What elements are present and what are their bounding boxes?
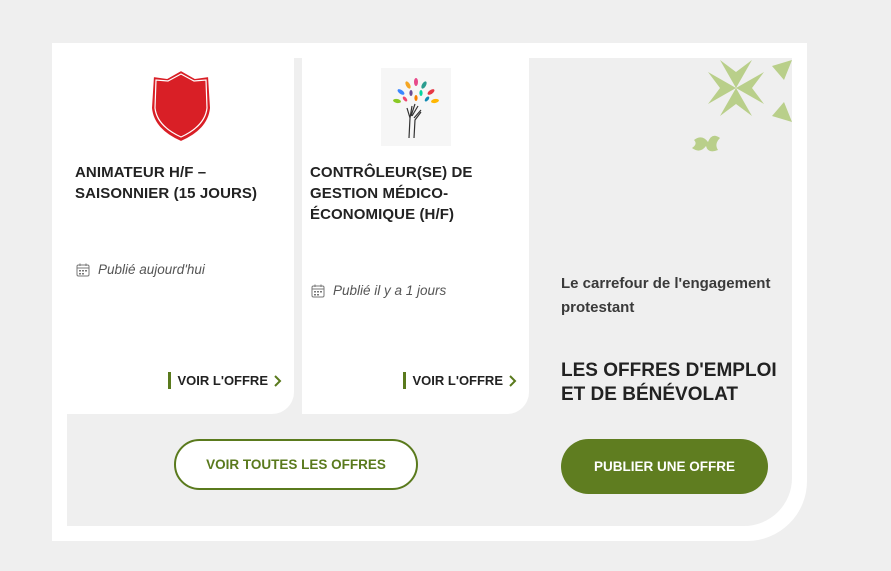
chevron-right-icon [274, 374, 282, 387]
publish-date-text: Publié aujourd'hui [98, 262, 205, 277]
publish-date: Publié aujourd'hui [76, 262, 205, 277]
job-title[interactable]: ANIMATEUR H/F – SAISONNIER (15 JOURS) [75, 162, 280, 204]
job-card[interactable]: ANIMATEUR H/F – SAISONNIER (15 JOURS) Pu… [67, 58, 294, 414]
colorful-tree-hand-logo [380, 68, 451, 146]
calendar-icon [311, 284, 325, 297]
section-headline: LES OFFRES D'EMPLOI ET DE BÉNÉVOLAT [561, 360, 777, 405]
publish-date-text: Publié il y a 1 jours [333, 283, 447, 298]
calendar-icon [76, 263, 90, 276]
view-offer-label: VOIR L'OFFRE [412, 373, 503, 388]
publish-date: Publié il y a 1 jours [311, 283, 446, 298]
view-offer-link[interactable]: VOIR L'OFFRE [402, 372, 517, 389]
view-offer-link[interactable]: VOIR L'OFFRE [167, 372, 282, 389]
armee-du-salut-logo [149, 68, 212, 144]
all-offers-button[interactable]: VOIR TOUTES LES OFFRES [174, 439, 418, 490]
view-offer-label: VOIR L'OFFRE [177, 373, 268, 388]
publish-offer-button[interactable]: PUBLIER UNE OFFRE [561, 439, 768, 494]
huguenot-cross-decoration [692, 60, 792, 152]
job-card[interactable]: CONTRÔLEUR(SE) DE GESTION MÉDICO-ÉCONOMI… [302, 58, 529, 414]
job-title[interactable]: CONTRÔLEUR(SE) DE GESTION MÉDICO-ÉCONOMI… [310, 162, 515, 225]
accent-bar [402, 372, 406, 389]
accent-bar [167, 372, 171, 389]
tagline: Le carrefour de l'engagement protestant [561, 275, 771, 316]
chevron-right-icon [509, 374, 517, 387]
